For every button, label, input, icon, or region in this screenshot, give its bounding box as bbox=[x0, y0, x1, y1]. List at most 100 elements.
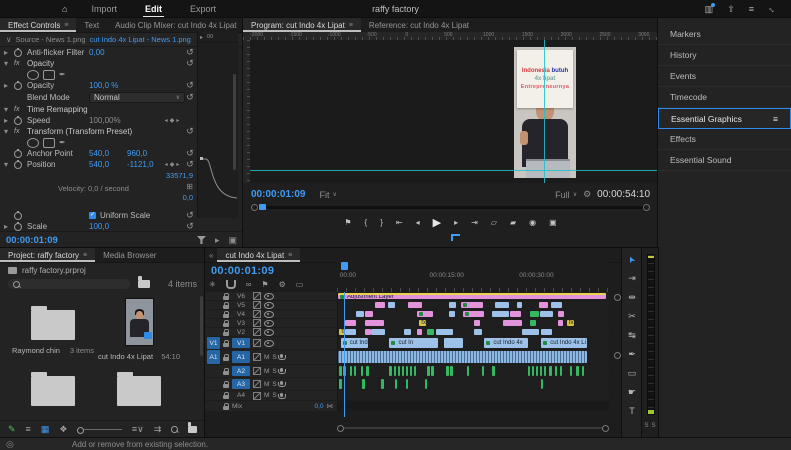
source-patch[interactable] bbox=[207, 292, 220, 300]
track-output-icon[interactable] bbox=[264, 329, 274, 336]
stopwatch-icon[interactable] bbox=[14, 117, 22, 125]
sync-lock-icon[interactable] bbox=[253, 292, 261, 300]
audio-clip[interactable] bbox=[354, 366, 356, 376]
rectangle-tool[interactable]: ▭ bbox=[628, 368, 637, 380]
sidebar-item-events[interactable]: Events bbox=[658, 66, 791, 87]
source-caret-icon[interactable]: ∨ bbox=[6, 35, 12, 44]
audio-clip[interactable] bbox=[362, 379, 364, 389]
audio-clip[interactable] bbox=[482, 366, 484, 376]
rectangle-mask-icon[interactable] bbox=[43, 138, 55, 148]
sidebar-item-effects[interactable]: Effects bbox=[658, 129, 791, 150]
rectangle-mask-icon[interactable] bbox=[43, 70, 55, 80]
audio-clip[interactable] bbox=[540, 366, 542, 376]
pin-to-clip-icon[interactable]: ▸ bbox=[215, 235, 220, 246]
timeline-clip[interactable] bbox=[510, 311, 521, 317]
program-scrubber[interactable] bbox=[251, 204, 650, 210]
track-name[interactable]: A3 bbox=[232, 379, 250, 389]
zoom-level-dropdown[interactable]: Fit∨ bbox=[319, 190, 336, 200]
track-name[interactable]: V1 bbox=[232, 338, 250, 348]
timeline-clip[interactable] bbox=[558, 311, 565, 317]
track-header-v6[interactable]: V6 bbox=[205, 292, 337, 300]
fx-toggle-icon[interactable]: fx bbox=[14, 128, 27, 135]
sync-lock-icon[interactable] bbox=[253, 339, 261, 347]
lock-icon[interactable] bbox=[223, 357, 229, 361]
program-timecode[interactable]: 00:00:01:09 bbox=[251, 189, 305, 200]
track-lane-v4[interactable] bbox=[337, 310, 609, 318]
go-to-in-button[interactable]: ⇤ bbox=[396, 218, 403, 227]
tab-project-raffy-factory[interactable]: Project: raffy factory≡ bbox=[0, 248, 95, 262]
export-frame-button[interactable]: ◉ bbox=[529, 218, 536, 227]
keyframe-add-icon[interactable]: ◆ bbox=[170, 117, 175, 124]
sync-lock-icon[interactable] bbox=[253, 328, 261, 336]
timeline-clip[interactable] bbox=[517, 302, 522, 308]
sidebar-item-history[interactable]: History bbox=[658, 45, 791, 66]
timeline-clip[interactable] bbox=[463, 311, 485, 317]
property-value-x[interactable]: 540,0 bbox=[89, 149, 127, 158]
track-lane-v5[interactable] bbox=[337, 301, 609, 309]
audio-clip[interactable] bbox=[389, 366, 391, 376]
track-header-v3[interactable]: V3 bbox=[205, 319, 337, 327]
go-to-out-button[interactable]: ⇥ bbox=[471, 218, 478, 227]
hand-tool[interactable]: ☛ bbox=[628, 387, 636, 399]
track-lane-a2[interactable] bbox=[337, 365, 609, 377]
timeline-clip[interactable] bbox=[530, 311, 538, 317]
track-header-mix[interactable]: Mix0,0⋈ bbox=[205, 401, 337, 411]
timeline-clip[interactable] bbox=[345, 329, 356, 335]
tab-program-cut-indo-4x-lipat[interactable]: Program: cut Indo 4x Lipat≡ bbox=[243, 18, 361, 32]
list-view-button[interactable]: ≡ bbox=[26, 424, 31, 434]
track-header-a4[interactable]: A4MS bbox=[205, 391, 337, 400]
property-value-y[interactable]: 960,0 bbox=[127, 149, 161, 158]
reset-icon[interactable]: ↺ bbox=[183, 148, 197, 159]
disclosure-icon[interactable]: ▸ bbox=[4, 48, 14, 57]
timeline-clip[interactable] bbox=[474, 320, 481, 326]
project-breadcrumb[interactable]: raffy factory.prproj bbox=[0, 263, 205, 277]
razor-tool[interactable]: ✂ bbox=[628, 311, 636, 323]
mini-play-icon[interactable]: ▸ bbox=[200, 34, 203, 41]
source-patch[interactable]: A1 bbox=[207, 350, 220, 364]
timeline-clip[interactable] bbox=[365, 311, 373, 317]
source-patch[interactable] bbox=[207, 328, 220, 336]
audio-clip[interactable] bbox=[381, 379, 383, 389]
new-bin-button[interactable] bbox=[188, 426, 197, 433]
uniform-scale-control[interactable]: ✓ Uniform Scale bbox=[89, 211, 183, 220]
audio-clip[interactable] bbox=[394, 366, 396, 376]
timeline-clip[interactable]: cut Indo 4x Li bbox=[541, 338, 587, 348]
solo-button[interactable]: S bbox=[644, 423, 648, 429]
source-patch[interactable] bbox=[207, 391, 220, 400]
step-back-button[interactable]: ◂ bbox=[416, 218, 420, 227]
comparison-view-button[interactable]: ▣ bbox=[549, 218, 557, 227]
mute-button[interactable]: M bbox=[264, 392, 269, 399]
back-chevron-icon[interactable]: « bbox=[205, 248, 217, 262]
panel-menu-icon[interactable]: ≡ bbox=[64, 22, 68, 29]
quick-export-icon[interactable]: ⇧ bbox=[727, 4, 735, 15]
track-header-a2[interactable]: A2MS bbox=[205, 365, 337, 377]
track-output-icon[interactable] bbox=[264, 293, 274, 300]
property-value-x[interactable]: 540,0 bbox=[89, 160, 127, 169]
audio-clip[interactable] bbox=[406, 379, 408, 389]
audio-clip[interactable] bbox=[528, 366, 530, 376]
track-output-icon[interactable] bbox=[264, 311, 274, 318]
disclosure-icon[interactable]: ▸ bbox=[4, 81, 14, 90]
timeline-clip[interactable] bbox=[427, 329, 434, 335]
keyframe-prev-icon[interactable]: ◂ bbox=[165, 117, 168, 124]
audio-clip[interactable] bbox=[406, 366, 408, 376]
freeform-view-button[interactable]: ❖ bbox=[59, 424, 67, 435]
solo-button[interactable]: S bbox=[272, 354, 276, 361]
stopwatch-icon[interactable] bbox=[14, 49, 22, 57]
stopwatch-icon[interactable] bbox=[14, 82, 22, 90]
disclosure-icon[interactable]: ▸ bbox=[4, 222, 14, 231]
reset-icon[interactable]: ↺ bbox=[183, 126, 197, 137]
reset-icon[interactable]: ↺ bbox=[183, 58, 197, 69]
keyframe-prev-icon[interactable]: ◂ bbox=[165, 161, 168, 168]
sync-lock-icon[interactable] bbox=[253, 367, 261, 375]
project-item-clip[interactable]: cut Indo 4x Lipat54:10 bbox=[96, 298, 182, 361]
pen-mask-icon[interactable]: ✒ bbox=[59, 70, 66, 79]
sidebar-item-markers[interactable]: Markers bbox=[658, 24, 791, 45]
timeline-clip[interactable] bbox=[417, 311, 433, 317]
voiceover-record-icon[interactable] bbox=[280, 354, 283, 358]
timeline-clip[interactable] bbox=[539, 302, 548, 308]
source-clip-label[interactable]: Source - News 1.png bbox=[16, 35, 86, 44]
track-output-icon[interactable] bbox=[264, 302, 274, 309]
track-header-v2[interactable]: V2 bbox=[205, 328, 337, 336]
track-lane-v2[interactable]: fx bbox=[337, 328, 609, 336]
